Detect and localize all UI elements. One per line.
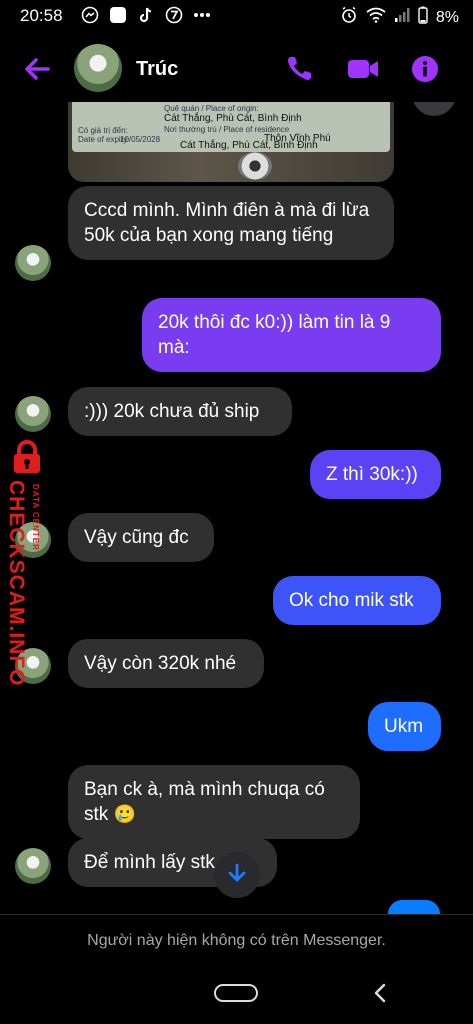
sender-avatar[interactable] <box>15 245 51 281</box>
system-navigation-bar <box>0 968 473 1024</box>
more-dots-icon <box>192 5 212 25</box>
home-button[interactable] <box>214 984 258 1002</box>
checkscam-watermark: CHECKSCAM.INFO DATA CENTER <box>4 440 50 687</box>
message-list[interactable]: Quê quán / Place of origin: Cát Thắng, P… <box>0 102 473 912</box>
info-icon[interactable] <box>410 54 440 84</box>
id-card: Quê quán / Place of origin: Cát Thắng, P… <box>72 102 390 152</box>
nav-back-icon[interactable] <box>370 982 390 1004</box>
tiktok-icon <box>136 5 156 25</box>
message-outgoing[interactable]: Z thì 30k:)) <box>310 450 441 499</box>
back-button[interactable] <box>22 54 52 84</box>
square-app-icon <box>108 5 128 25</box>
battery-icon <box>418 6 428 29</box>
partial-outgoing-bubble[interactable] <box>388 900 440 914</box>
message-incoming[interactable]: Bạn ck à, mà mình chuqa có stk 🥲 <box>68 765 360 839</box>
status-system-icons: 8% <box>340 6 459 29</box>
composer-unavailable-notice: Người này hiện không có trên Messenger. <box>0 914 473 969</box>
message-incoming[interactable]: Cccd mình. Mình điên à mà đi lừa 50k của… <box>68 186 394 260</box>
video-call-icon[interactable] <box>346 54 378 84</box>
phone-call-icon[interactable] <box>284 54 314 84</box>
id-expiry-label: Có giá trị đến: <box>78 126 128 135</box>
messenger-icon <box>80 5 100 25</box>
message-incoming[interactable]: Vậy còn 320k nhé <box>68 639 264 688</box>
scroll-down-button[interactable] <box>214 852 260 898</box>
message-outgoing[interactable]: Ok cho mik stk <box>273 576 441 625</box>
contact-name[interactable]: Trúc <box>136 58 178 81</box>
partial-circle-button[interactable] <box>412 102 456 116</box>
unavailable-text: Người này hiện không có trên Messenger. <box>87 932 386 949</box>
watermark-text: CHECKSCAM.INFO <box>5 480 28 687</box>
signal-icon <box>394 7 410 28</box>
arrow-down-icon <box>226 862 248 889</box>
message-incoming[interactable]: :))) 20k chưa đủ ship <box>68 387 292 436</box>
contact-avatar[interactable] <box>74 44 122 92</box>
id-residence-value2: Cát Thắng, Phù Cát, Bình Định <box>180 140 318 151</box>
wifi-icon <box>366 7 386 28</box>
watermark-subtext: DATA CENTER <box>31 484 40 551</box>
status-time: 20:58 <box>20 6 63 25</box>
sad-smile-emoji: 🥲 <box>113 804 136 824</box>
sender-avatar[interactable] <box>15 848 51 884</box>
status-bar: 20:58 8% <box>0 0 473 32</box>
sender-avatar[interactable] <box>15 396 51 432</box>
alarm-icon <box>340 6 358 29</box>
message-outgoing[interactable]: Ukm <box>368 702 441 751</box>
battery-percent: 8% <box>435 8 459 26</box>
conversation-header: Trúc <box>0 36 473 102</box>
message-incoming[interactable]: Vậy cũng đc <box>68 513 214 562</box>
message-outgoing[interactable]: 20k thôi đc k0:)) làm tin là 9 mà: <box>142 298 441 372</box>
id-origin-label: Quê quán / Place of origin: <box>164 104 259 113</box>
padlock-icon <box>10 440 44 474</box>
id-card-photo[interactable]: Quê quán / Place of origin: Cát Thắng, P… <box>68 102 394 182</box>
status-notification-icons <box>80 5 212 25</box>
seven-icon <box>164 5 184 25</box>
id-origin-value: Cát Thắng, Phù Cát, Bình Định <box>164 113 302 124</box>
shell-object <box>238 152 272 180</box>
id-expiry-value: 10/05/2028 <box>120 135 161 144</box>
